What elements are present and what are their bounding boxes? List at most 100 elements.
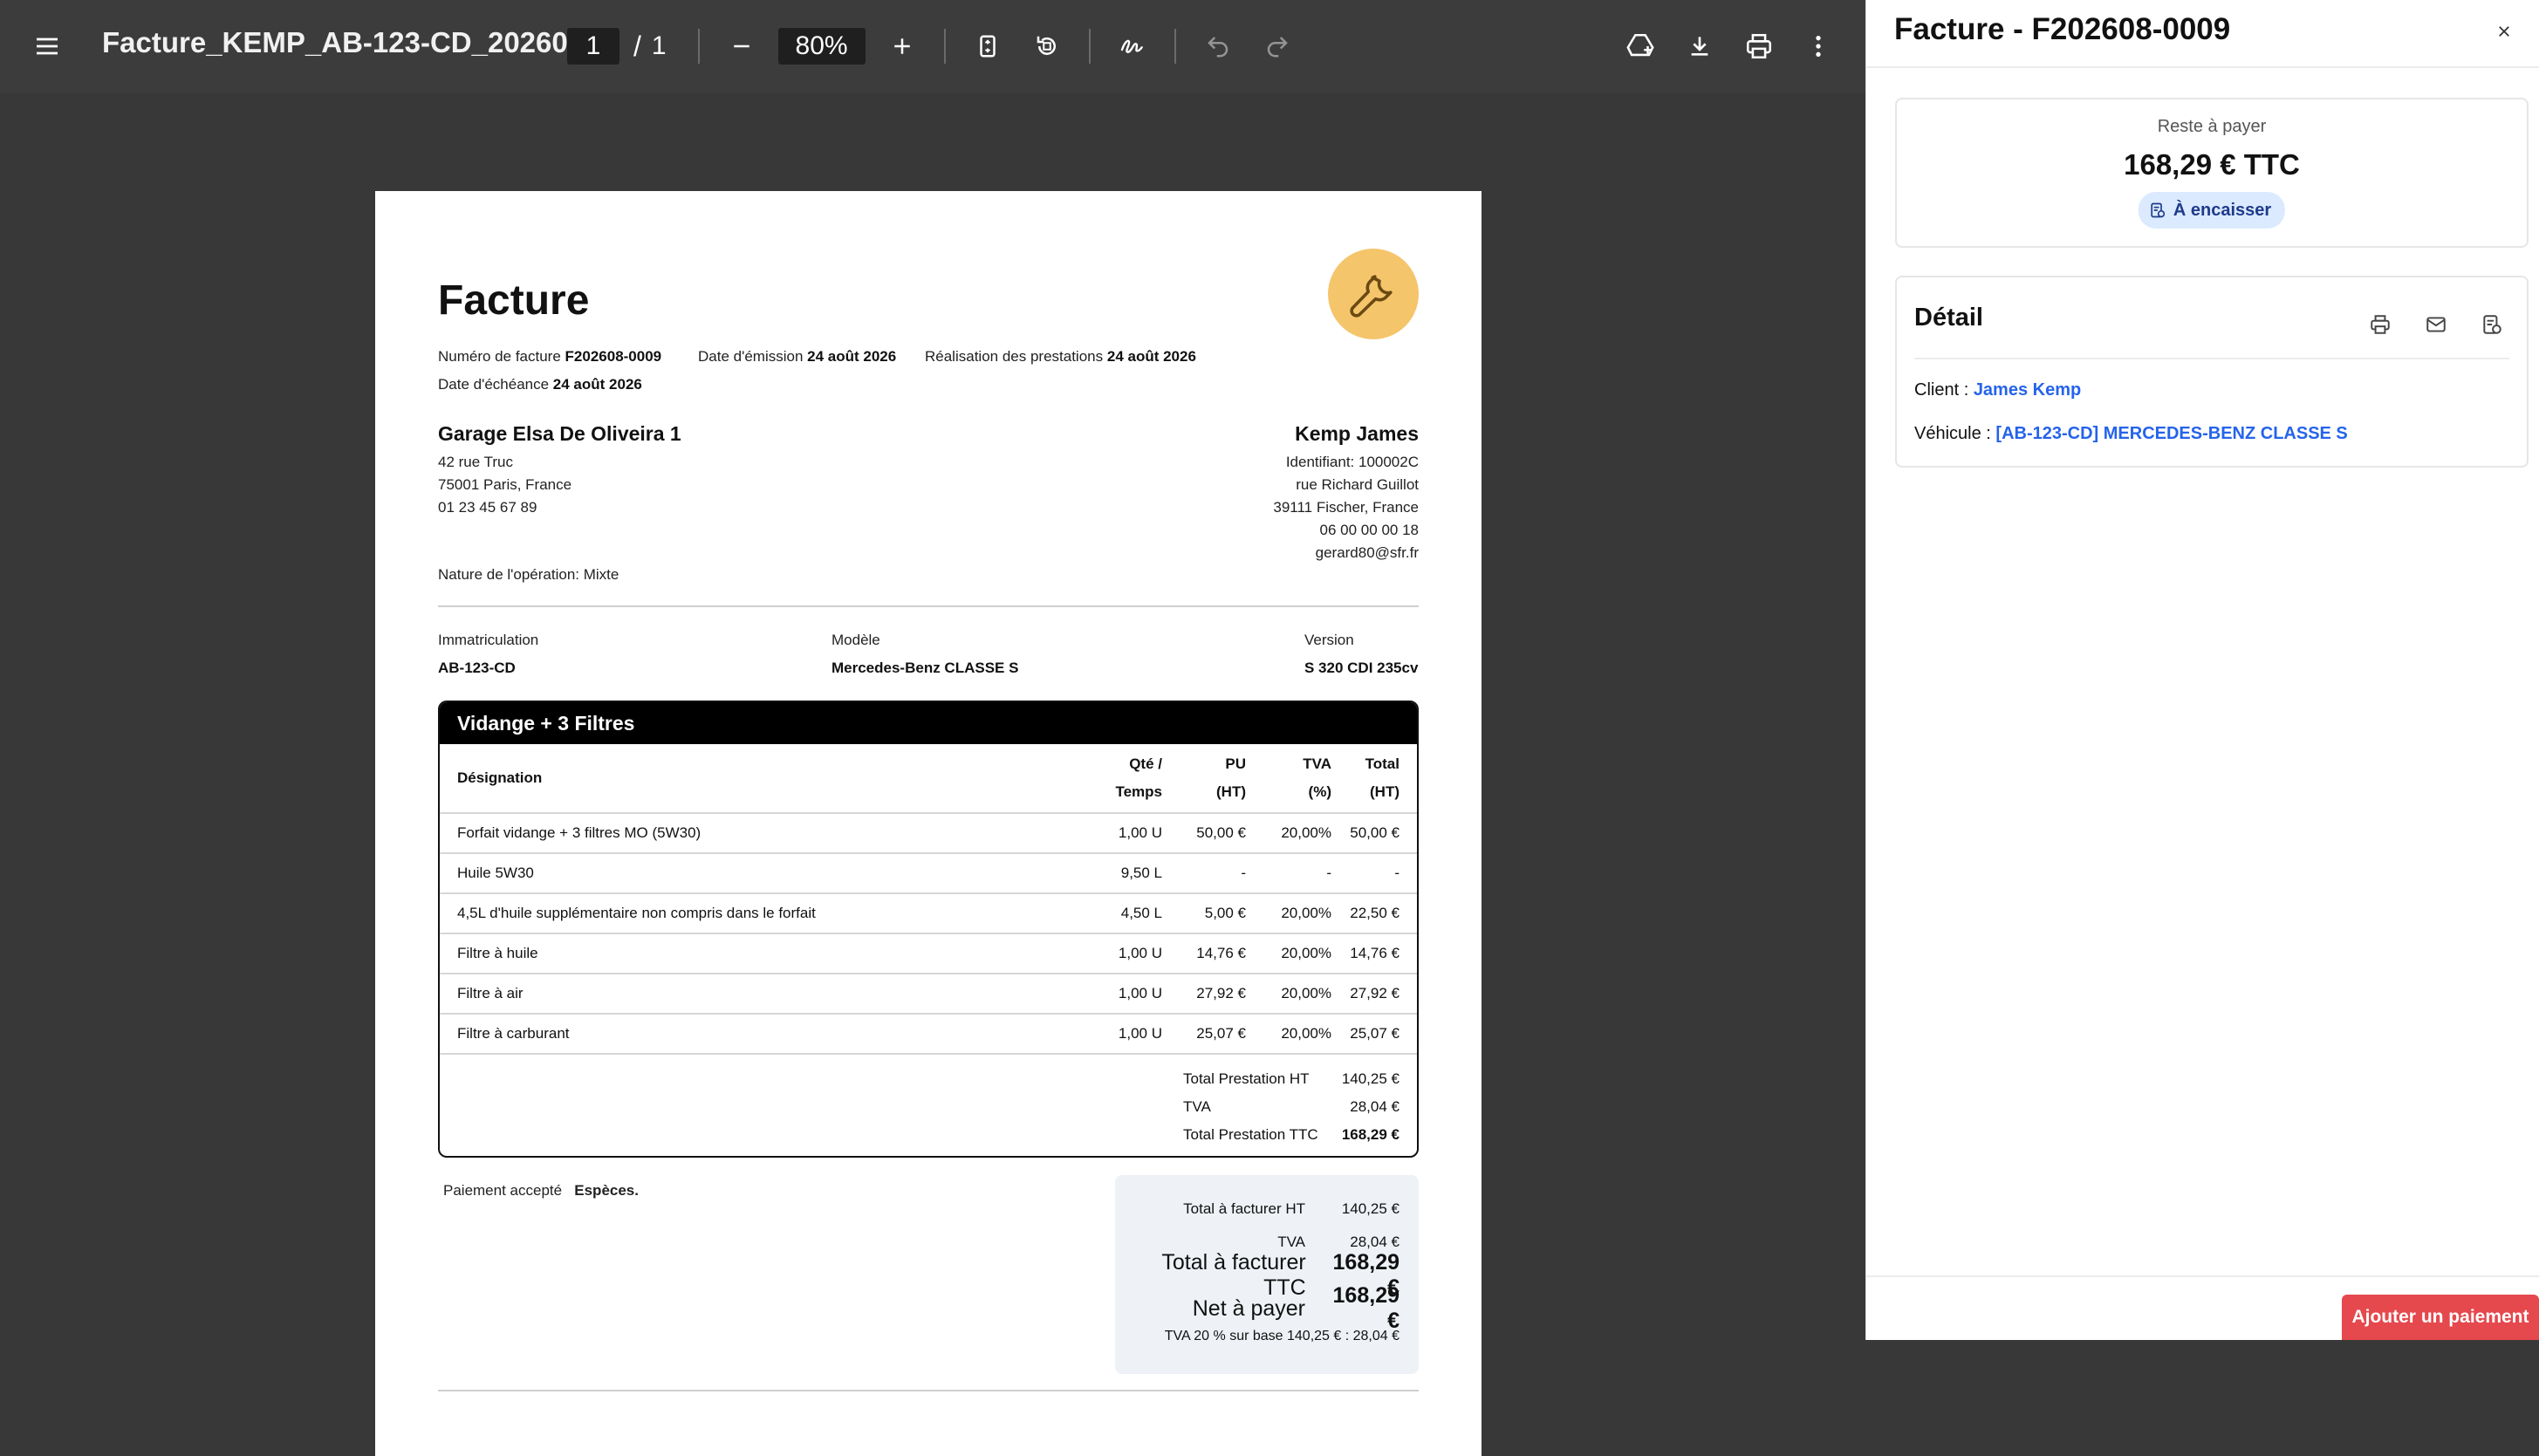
undo-button[interactable] <box>1188 17 1248 76</box>
document-filename: Facture_KEMP_AB-123-CD_20260... <box>102 26 592 58</box>
detail-divider <box>1914 358 2509 359</box>
table-row: Filtre à carburant 1,00 U 25,07 €20,00% 25,… <box>440 1015 1417 1055</box>
mail-icon <box>2426 317 2446 332</box>
download-icon <box>1691 37 1708 56</box>
toolbar-right <box>1611 17 1848 76</box>
col-total: Total (HT) <box>1365 755 1400 800</box>
plate-label: Immatriculation <box>438 632 539 648</box>
subtotal-ttc: Total Prestation TTC 168,29 € <box>1183 1126 1400 1143</box>
annotate-icon <box>1120 39 1143 53</box>
detail-card: Détail Client : James Kemp Véhicule : [A… <box>1895 276 2529 468</box>
garage-address: 42 rue Truc 75001 Paris, France 01 23 45… <box>438 454 572 516</box>
remaining-label: Reste à payer <box>2157 117 2267 136</box>
email-invoice-button[interactable] <box>2412 300 2460 349</box>
zoom-level-input[interactable]: 80% <box>777 28 866 65</box>
garage-name: Garage Elsa De Oliveira 1 <box>438 422 681 445</box>
rotate-button[interactable] <box>1017 17 1077 76</box>
version-value: S 320 CDI 235cv <box>1304 660 1419 676</box>
redo-icon <box>1267 37 1288 58</box>
col-designation: Désignation <box>457 769 543 786</box>
receipt-icon <box>2483 315 2501 334</box>
model-label: Modèle <box>832 632 880 648</box>
panel-divider <box>1866 66 2539 68</box>
print-button[interactable] <box>1729 17 1789 76</box>
save-to-drive-button[interactable] <box>1611 17 1670 76</box>
zoom-out-button[interactable] <box>712 17 771 76</box>
fit-page-icon <box>979 35 996 58</box>
invoice-page: Facture Numéro de facture F202608-0009 D… <box>375 191 1482 1456</box>
detail-actions <box>2356 300 2516 349</box>
document-viewport[interactable]: Facture Numéro de facture F202608-0009 D… <box>0 93 1865 1456</box>
divider <box>438 605 1419 607</box>
subtotal-tva: TVA 28,04 € <box>1183 1098 1400 1115</box>
collect-payment-button[interactable] <box>2467 300 2516 349</box>
menu-button[interactable] <box>17 17 77 76</box>
issue-date: Date d'émission 24 août 2026 <box>698 348 897 365</box>
toolbar-divider <box>697 29 700 64</box>
plate-value: AB-123-CD <box>438 660 516 676</box>
table-header-row: Désignation Qté / Temps PU (HT) TVA (%) Tot… <box>440 744 1417 814</box>
print-icon <box>2371 315 2390 334</box>
toolbar-divider <box>1174 29 1176 64</box>
subtotal-ht: Total Prestation HT 140,25 € <box>1183 1070 1400 1087</box>
zoom-in-button[interactable] <box>873 17 932 76</box>
remaining-amount: 168,29 € TTC <box>2124 148 2300 181</box>
page-number-input[interactable]: 1 <box>567 28 619 65</box>
detail-vehicle: Véhicule : [AB-123-CD] MERCEDES-BENZ CLA… <box>1914 424 2348 443</box>
section-title: Vidange + 3 Filtres <box>440 702 1417 744</box>
menu-icon <box>37 38 58 55</box>
toolbar-center: 1 / 1 80% <box>567 17 1307 76</box>
close-button[interactable] <box>2490 17 2518 45</box>
invoice-side-panel: Facture - F202608-0009 Reste à payer 168… <box>1865 0 2539 1340</box>
zoom-in-icon <box>893 38 910 54</box>
detail-title: Détail <box>1914 304 1983 332</box>
more-options-button[interactable] <box>1789 17 1848 76</box>
page-separator: / <box>633 30 641 62</box>
invoice-totals: Total à facturer HT 140,25 € TVA 28,04 € T… <box>1115 1175 1419 1374</box>
service-date: Réalisation des prestations 24 août 2026 <box>925 348 1196 365</box>
garage-logo <box>1328 249 1419 339</box>
line-items-table: Vidange + 3 Filtres Désignation Qté / Tem… <box>438 701 1419 1158</box>
tva-note: TVA 20 % sur base 140,25 € : 28,04 € <box>1164 1329 1400 1343</box>
rotate-icon <box>1037 36 1056 55</box>
payment-accepted: Paiement accepté Espèces. <box>443 1182 639 1199</box>
print-icon <box>1746 33 1772 59</box>
table-row: Forfait vidange + 3 filtres MO (5W30) 1,0… <box>440 814 1417 854</box>
remaining-card: Reste à payer 168,29 € TTC À encaisser <box>1895 98 2529 248</box>
toolbar-divider <box>943 29 946 64</box>
table-row: Huile 5W30 9,50 L--- <box>440 854 1417 894</box>
due-date: Date d'échéance 24 août 2026 <box>438 376 642 393</box>
more-vert-icon <box>1816 36 1821 57</box>
undo-icon <box>1207 37 1228 58</box>
annotate-button[interactable] <box>1103 17 1162 76</box>
invoice-number: Numéro de facture F202608-0009 <box>438 348 662 365</box>
footer-divider <box>1866 1275 2539 1277</box>
col-pu: PU (HT) <box>1216 755 1246 800</box>
fit-page-button[interactable] <box>958 17 1017 76</box>
panel-title: Facture - F202608-0009 <box>1894 12 2231 46</box>
client-address: Identifiant: 100002C rue Richard Guillot… <box>1273 454 1419 561</box>
download-button[interactable] <box>1670 17 1729 76</box>
redo-button[interactable] <box>1248 17 1307 76</box>
drive-add-icon <box>1626 33 1654 57</box>
close-icon <box>2499 26 2509 37</box>
col-qty: Qté / Temps <box>1115 755 1162 800</box>
model-value: Mercedes-Benz CLASSE S <box>832 660 1019 676</box>
print-invoice-button[interactable] <box>2356 300 2405 349</box>
table-row: Filtre à air 1,00 U 27,92 €20,00% 27,92 € <box>440 974 1417 1015</box>
receipt-icon <box>2151 202 2166 218</box>
page-total: 1 <box>651 31 667 60</box>
client-link[interactable]: James Kemp <box>1974 380 2081 400</box>
version-label: Version <box>1304 632 1354 648</box>
table-row: Filtre à huile 1,00 U 14,76 €20,00% 14,76 € <box>440 934 1417 974</box>
client-name: Kemp James <box>1295 422 1419 445</box>
status-badge: À encaisser <box>2138 192 2286 229</box>
divider <box>438 1390 1419 1391</box>
table-row: 4,5L d'huile supplémentaire non compris … <box>440 894 1417 934</box>
vehicle-link[interactable]: [AB-123-CD] MERCEDES-BENZ CLASSE S <box>1995 424 2347 443</box>
add-payment-button[interactable]: Ajouter un paiement <box>2342 1295 2539 1340</box>
col-tva: TVA (%) <box>1303 755 1331 800</box>
total-ht: Total à facturer HT 140,25 € <box>1183 1200 1400 1217</box>
zoom-out-icon <box>733 44 749 48</box>
section-subtotals: Total Prestation HT 140,25 € TVA 28,04 € T… <box>440 1055 1417 1156</box>
